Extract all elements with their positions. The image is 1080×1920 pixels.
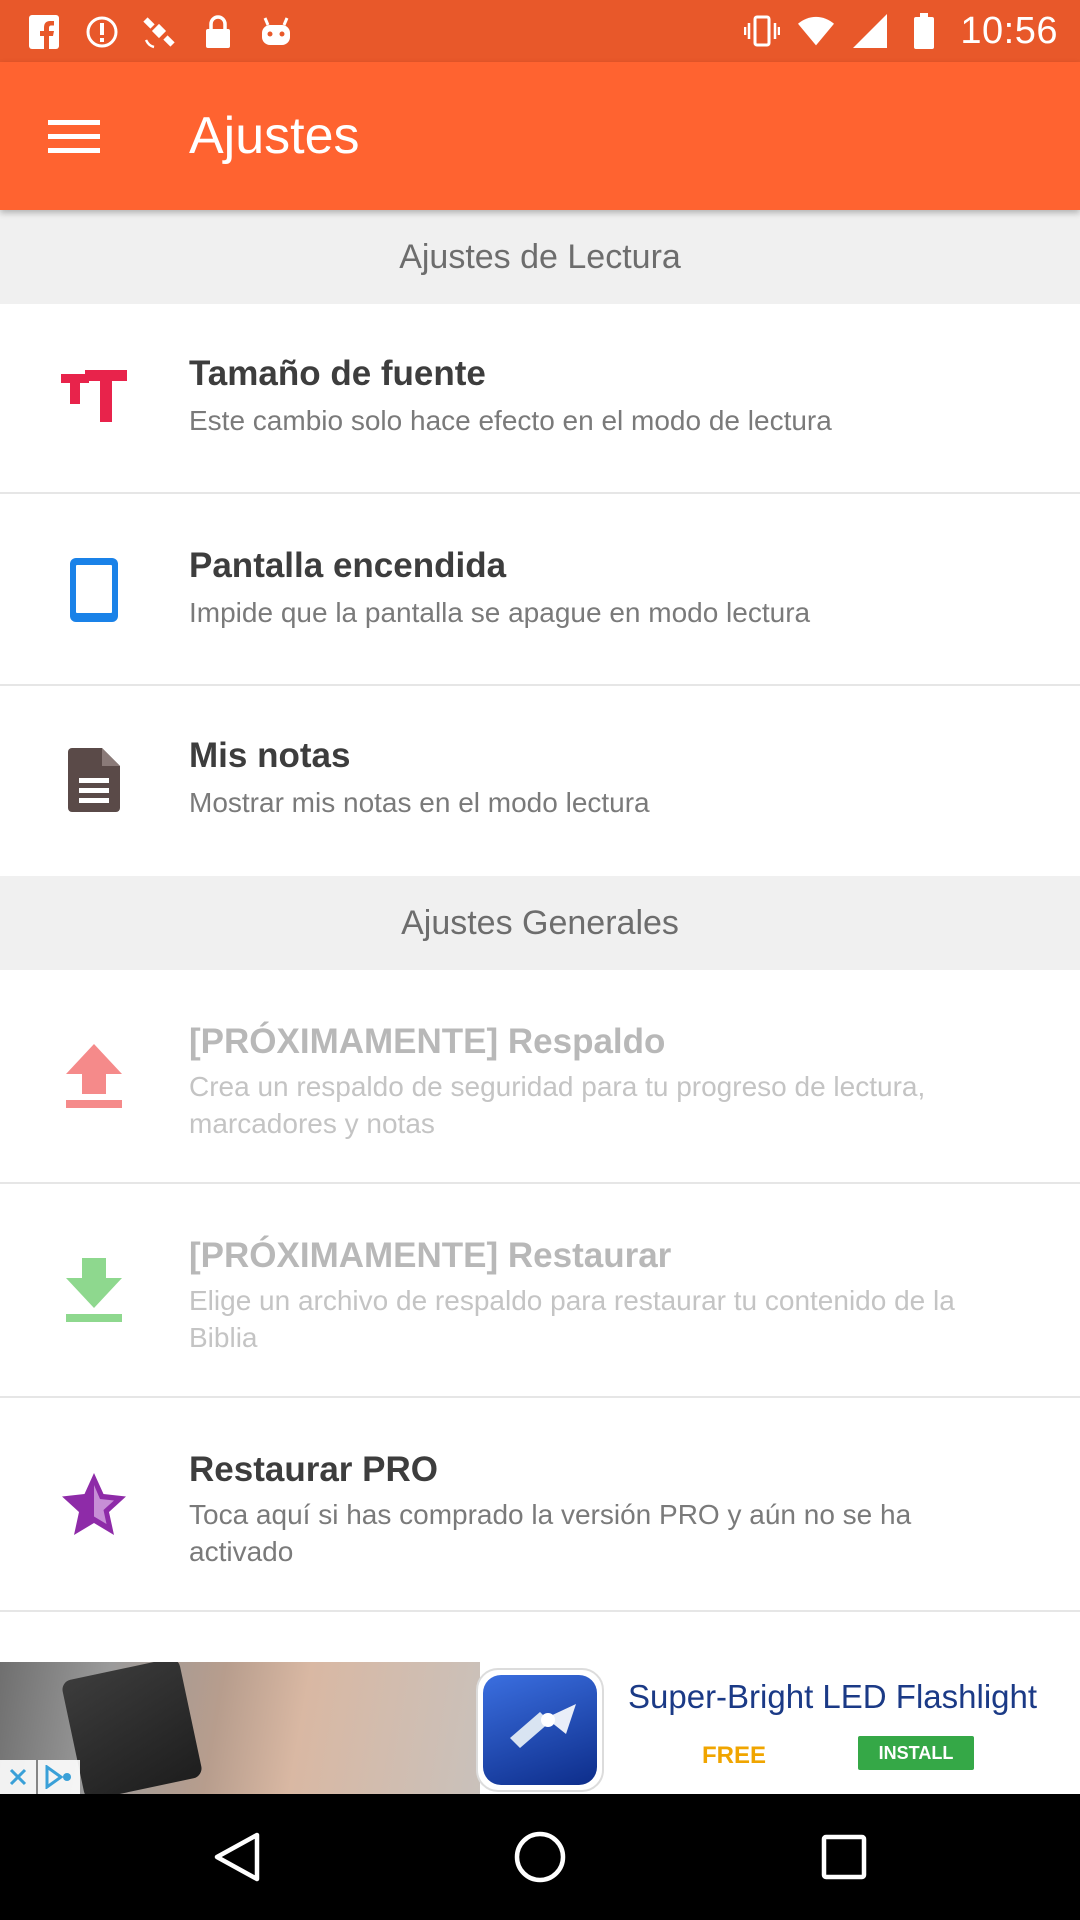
- page-title: Ajustes: [189, 107, 360, 165]
- tablet-icon: [56, 552, 132, 628]
- alert-icon: [84, 14, 120, 50]
- recents-button[interactable]: [814, 1827, 874, 1887]
- home-button[interactable]: [510, 1827, 570, 1887]
- section-header-label: Ajustes Generales: [401, 903, 679, 942]
- satellite-icon: [142, 14, 178, 50]
- document-icon: [56, 742, 132, 818]
- setting-title: [PRÓXIMAMENTE] Restaurar: [189, 1236, 672, 1275]
- setting-my-notes[interactable]: Mis notas Mostrar mis notas en el modo l…: [0, 686, 1080, 876]
- setting-description: Crea un respaldo de seguridad para tu pr…: [189, 1071, 926, 1139]
- setting-title: Restaurar PRO: [189, 1450, 438, 1489]
- app-bar: Ajustes: [0, 62, 1080, 210]
- section-header-label: Ajustes de Lectura: [399, 237, 681, 276]
- wifi-icon: [798, 13, 835, 49]
- setting-description: Impide que la pantalla se apague en modo…: [189, 597, 811, 628]
- clock: 10:56: [960, 9, 1058, 52]
- section-header-generales: Ajustes Generales: [0, 876, 1080, 970]
- setting-description: Este cambio solo hace efecto en el modo …: [189, 405, 832, 436]
- status-bar: 10:56: [0, 0, 1080, 62]
- hamburger-menu-icon: [48, 120, 100, 153]
- signal-icon: [852, 13, 888, 49]
- vibrate-icon: [744, 13, 781, 49]
- setting-title: Pantalla encendida: [189, 546, 507, 585]
- setting-font-size[interactable]: Tamaño de fuente Este cambio solo hace e…: [0, 304, 1080, 494]
- close-icon: [9, 1768, 27, 1786]
- recents-icon: [821, 1834, 867, 1880]
- ad-price: FREE: [702, 1742, 767, 1769]
- setting-restore-pro[interactable]: Restaurar PRO Toca aquí si has comprado …: [0, 1398, 1080, 1612]
- home-icon: [514, 1831, 566, 1883]
- ad-choices-icon: [45, 1765, 71, 1789]
- star-icon: [56, 1466, 132, 1542]
- flashlight-app-icon: [476, 1668, 604, 1792]
- setting-description: Elige un archivo de respaldo para restau…: [189, 1285, 955, 1353]
- download-icon: [56, 1252, 132, 1328]
- upload-icon: [56, 1038, 132, 1114]
- setting-description: Toca aquí si has comprado la versión PRO…: [189, 1499, 912, 1567]
- back-icon: [214, 1832, 260, 1882]
- facebook-icon: [26, 14, 62, 50]
- android-icon: [258, 14, 294, 50]
- battery-icon: [906, 13, 942, 49]
- navigation-bar: [0, 1794, 1080, 1920]
- ad-banner[interactable]: Super-Bright LED Flashlight FREE INSTALL: [0, 1662, 1080, 1794]
- setting-backup[interactable]: [PRÓXIMAMENTE] Respaldo Crea un respaldo…: [0, 970, 1080, 1184]
- section-header-lectura: Ajustes de Lectura: [0, 210, 1080, 304]
- setting-title: Tamaño de fuente: [189, 354, 486, 393]
- ad-title: Super-Bright LED Flashlight: [628, 1678, 1038, 1715]
- lock-icon: [200, 14, 236, 50]
- setting-screen-on[interactable]: Pantalla encendida Impide que la pantall…: [0, 494, 1080, 686]
- setting-description: Mostrar mis notas en el modo lectura: [189, 787, 650, 818]
- setting-title: Mis notas: [189, 736, 351, 775]
- text-size-icon: [56, 360, 132, 436]
- back-button[interactable]: [207, 1827, 267, 1887]
- ad-close-button[interactable]: [0, 1760, 36, 1794]
- menu-button[interactable]: [34, 96, 114, 176]
- ad-choices-button[interactable]: [38, 1760, 80, 1794]
- ad-install-button[interactable]: INSTALL: [858, 1736, 974, 1770]
- setting-restore[interactable]: [PRÓXIMAMENTE] Restaurar Elige un archiv…: [0, 1184, 1080, 1398]
- setting-title: [PRÓXIMAMENTE] Respaldo: [189, 1022, 666, 1061]
